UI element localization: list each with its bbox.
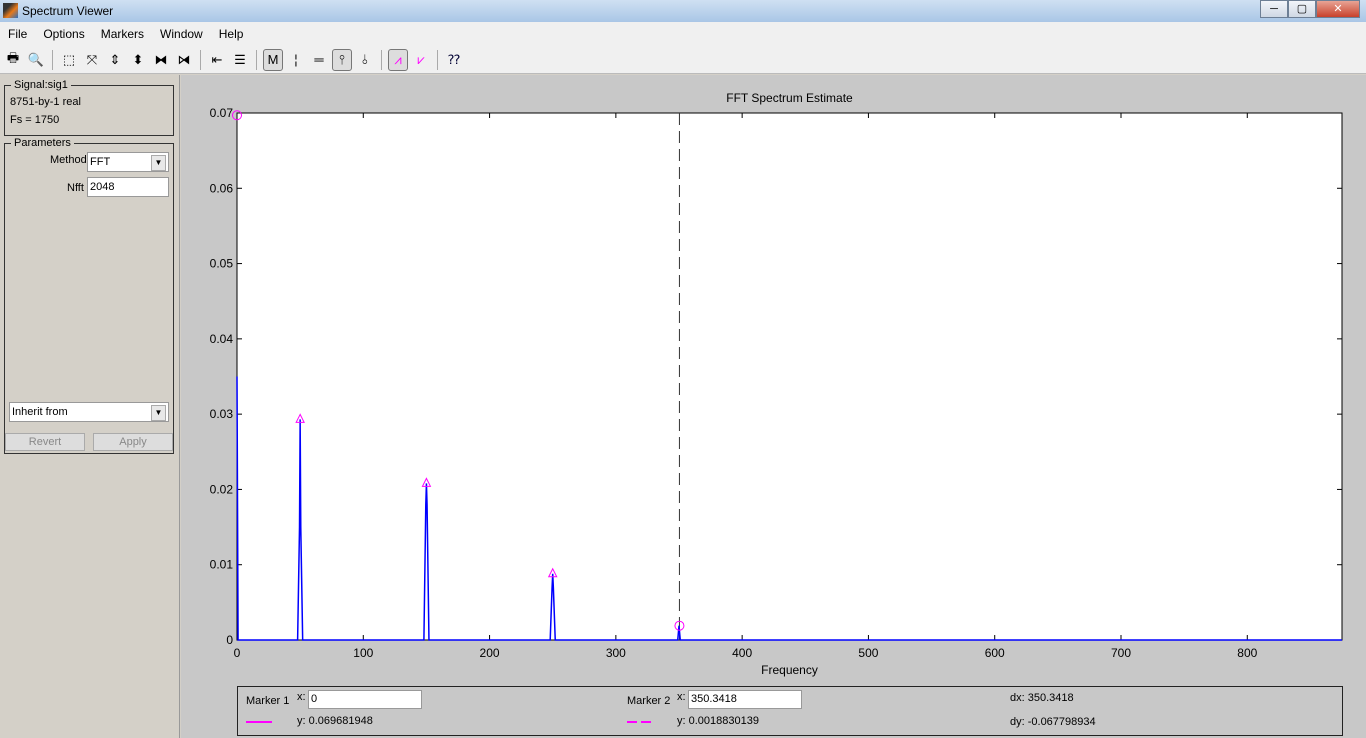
x-tick-label: 300 [606,646,626,660]
marker2-y: y: 0.0018830139 [677,715,759,727]
marker-dy: dy: -0.067798934 [1010,716,1096,728]
x-tick-label: 700 [1111,646,1131,660]
plot-axes [236,112,1343,641]
marker1-x-input[interactable]: 0 [308,690,422,709]
marker1-line-swatch [246,721,272,723]
marker-dx: dx: 350.3418 [1010,692,1074,704]
x-tick-label: 200 [480,646,500,660]
x-tick-label: 800 [1237,646,1257,660]
spectrum-chart[interactable]: FFT Spectrum Estimate Frequency 0 100 200 300… [0,0,1366,686]
y-tick-label: 0.06 [210,181,234,195]
marker1-label: Marker 1 [246,695,290,707]
y-tick-label: 0.03 [210,407,234,421]
y-tick-label: 0.04 [210,332,234,346]
marker2-label: Marker 2 [627,695,671,707]
chart-title: FFT Spectrum Estimate [726,91,853,105]
x-tick-label: 500 [858,646,878,660]
marker1-x-label: x: [297,691,306,703]
y-tick-label: 0.05 [210,257,234,271]
marker2-line-swatch [627,721,653,723]
marker2-x-input[interactable]: 350.3418 [688,690,802,709]
y-tick-label: 0.02 [210,482,234,496]
marker-panel: Marker 1 x: 0 y: 0.069681948 Marker 2 x:… [237,686,1343,736]
x-tick-label: 600 [985,646,1005,660]
marker2-x-label: x: [677,691,686,703]
y-tick-label: 0 [226,633,233,647]
x-tick-label: 400 [732,646,752,660]
y-tick-label: 0.07 [210,106,234,120]
x-tick-label: 100 [353,646,373,660]
x-axis-label: Frequency [761,663,818,677]
x-tick-label: 0 [234,646,241,660]
marker1-y: y: 0.069681948 [297,715,373,727]
y-tick-label: 0.01 [210,558,234,572]
